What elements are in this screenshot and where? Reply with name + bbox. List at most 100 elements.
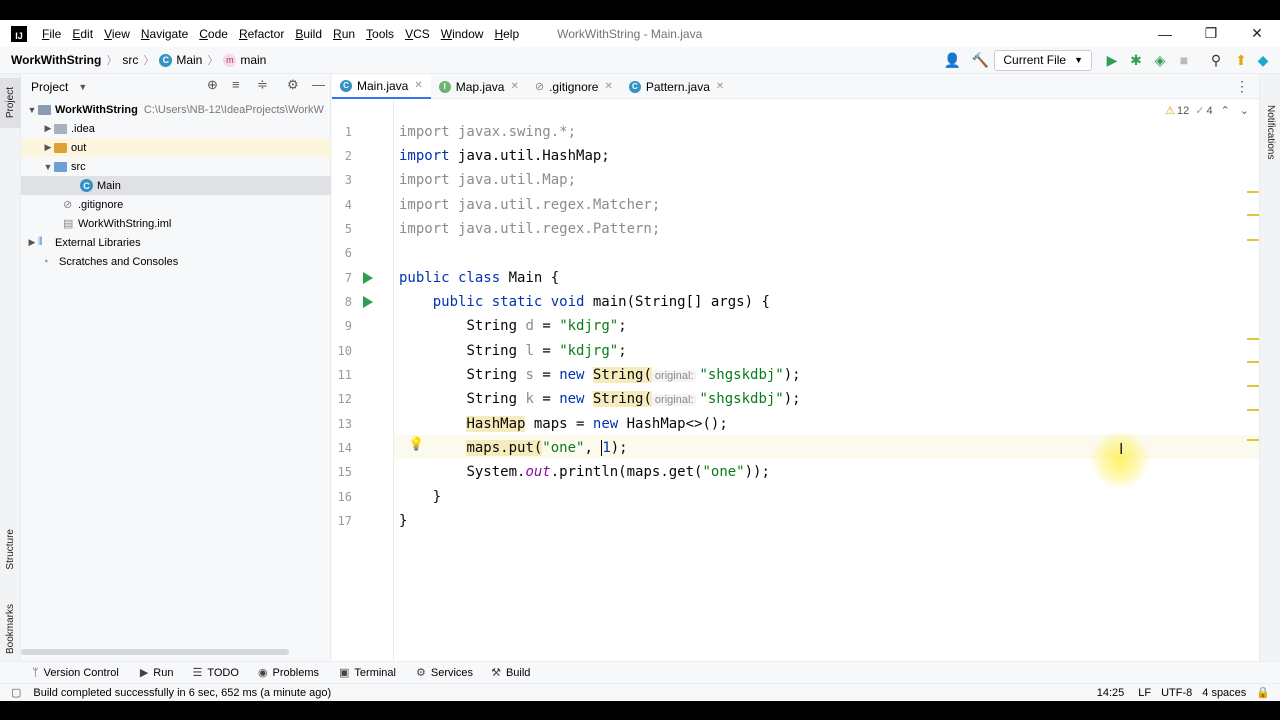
- close-icon[interactable]: ✕: [510, 81, 518, 92]
- file-encoding[interactable]: UTF-8: [1161, 687, 1192, 699]
- status-message[interactable]: Build completed successfully in 6 sec, 6…: [33, 687, 331, 699]
- menu-edit[interactable]: Edit: [72, 27, 93, 41]
- tool-run[interactable]: ▶ Run: [140, 666, 174, 680]
- libraries-icon: ⫴: [38, 236, 43, 248]
- horizontal-scrollbar[interactable]: [21, 649, 289, 655]
- breadcrumb-main-method[interactable]: m main: [223, 53, 266, 67]
- error-stripe-mark[interactable]: [1247, 361, 1259, 363]
- error-stripe-mark[interactable]: [1247, 214, 1259, 216]
- ide-logo-icon[interactable]: ◆: [1252, 52, 1274, 69]
- chevron-down-icon[interactable]: ⌄: [1240, 104, 1249, 117]
- tab-notifications[interactable]: Notifications: [1260, 82, 1280, 182]
- gear-icon[interactable]: ⚙: [287, 77, 299, 93]
- code-line-12: String k = new String(original: "shgskdbj…: [399, 389, 801, 410]
- menu-code[interactable]: Code: [199, 27, 228, 41]
- breadcrumb-label: main: [240, 53, 267, 67]
- locate-icon[interactable]: ⊕: [207, 77, 218, 93]
- menu-window[interactable]: Window: [441, 27, 484, 41]
- intellij-logo-icon[interactable]: IJ: [11, 25, 27, 42]
- expand-all-icon[interactable]: ≡: [232, 77, 240, 92]
- code-token: HashMap<>();: [626, 416, 728, 432]
- tab-pattern-java[interactable]: C Pattern.java ✕: [621, 74, 732, 99]
- tree-item-iml[interactable]: ▤ WorkWithString.iml: [21, 214, 331, 233]
- tree-item-scratches[interactable]: ◔ Scratches and Consoles: [21, 252, 331, 271]
- project-panel-title[interactable]: Project: [31, 80, 68, 94]
- restore-button[interactable]: ❐: [1188, 25, 1234, 42]
- tool-problems[interactable]: ◉ Problems: [258, 666, 319, 680]
- close-button[interactable]: ✕: [1234, 25, 1280, 42]
- more-tabs-icon[interactable]: ⋮: [1235, 78, 1249, 95]
- menu-build[interactable]: Build: [295, 27, 322, 41]
- debug-icon[interactable]: ✱: [1124, 52, 1148, 69]
- tab-main-java[interactable]: C Main.java ✕: [332, 74, 431, 99]
- hide-icon[interactable]: —: [312, 77, 325, 92]
- close-icon[interactable]: ✕: [604, 81, 612, 92]
- tree-item-out[interactable]: ▶ out: [21, 138, 331, 157]
- search-icon[interactable]: ⚲: [1202, 52, 1230, 69]
- updates-icon[interactable]: ⬆: [1230, 52, 1252, 69]
- run-configuration-select[interactable]: Current File ▼: [994, 49, 1092, 71]
- error-stripe-mark[interactable]: [1247, 191, 1259, 193]
- breadcrumb-src[interactable]: src: [122, 53, 138, 67]
- error-stripe-mark[interactable]: [1247, 385, 1259, 387]
- close-icon[interactable]: ✕: [716, 81, 724, 92]
- menu-file[interactable]: File: [42, 27, 61, 41]
- error-stripe-mark[interactable]: [1247, 239, 1259, 241]
- tool-todo[interactable]: ☰ TODO: [192, 666, 238, 680]
- tool-terminal[interactable]: ▣ Terminal: [339, 666, 396, 680]
- build-hammer-icon[interactable]: 🔨: [966, 52, 994, 69]
- line-number: 16: [337, 490, 352, 504]
- menu-run[interactable]: Run: [333, 27, 355, 41]
- caret-position[interactable]: 14:25: [1097, 687, 1125, 699]
- tree-item-project-root[interactable]: ▼ WorkWithString C:\Users\NB-12\IdeaProj…: [21, 100, 331, 119]
- chevron-right-icon[interactable]: ▶: [42, 123, 54, 134]
- services-icon: ⚙: [416, 667, 426, 679]
- indent-setting[interactable]: 4 spaces: [1202, 687, 1246, 699]
- run-main-icon[interactable]: [363, 296, 373, 308]
- tree-item-src[interactable]: ▼ src: [21, 157, 331, 176]
- chevron-down-icon[interactable]: ▼: [78, 82, 87, 92]
- run-class-icon[interactable]: [363, 272, 373, 284]
- tool-services[interactable]: ⚙ Services: [416, 666, 473, 680]
- tool-version-control[interactable]: ᛘ Version Control: [32, 667, 119, 679]
- tab-structure[interactable]: Structure: [0, 519, 21, 579]
- menu-view[interactable]: View: [104, 27, 130, 41]
- tab-bookmarks[interactable]: Bookmarks: [0, 599, 21, 659]
- error-stripe-mark[interactable]: [1247, 338, 1259, 340]
- tool-build[interactable]: ⚒ Build: [491, 666, 530, 680]
- coverage-icon[interactable]: ◈: [1148, 52, 1172, 69]
- line-separator[interactable]: LF: [1138, 687, 1151, 699]
- menu-tools[interactable]: Tools: [366, 27, 394, 41]
- error-stripe-mark[interactable]: [1247, 409, 1259, 411]
- menu-help[interactable]: Help: [494, 27, 519, 41]
- collapse-all-icon[interactable]: ≑: [257, 77, 268, 93]
- tree-item-external-libraries[interactable]: ▶ ⫴ External Libraries: [21, 233, 331, 252]
- menu-refactor[interactable]: Refactor: [239, 27, 284, 41]
- stop-icon[interactable]: ■: [1172, 52, 1196, 68]
- close-icon[interactable]: ✕: [414, 80, 422, 91]
- lock-icon[interactable]: 🔒: [1256, 686, 1270, 699]
- code-editor[interactable]: 1 2 3 4 5 6 7 8 9 10 11 12 13 14 15 16 1…: [332, 99, 1259, 661]
- chevron-down-icon[interactable]: ▼: [42, 162, 54, 172]
- tree-item-gitignore[interactable]: ⊘ .gitignore: [21, 195, 331, 214]
- warning-count: 12: [1176, 104, 1190, 117]
- chevron-right-icon[interactable]: ▶: [26, 237, 38, 248]
- menu-vcs[interactable]: VCS: [405, 27, 430, 41]
- chevron-down-icon[interactable]: ▼: [26, 105, 38, 115]
- tab-project[interactable]: Project: [0, 78, 21, 128]
- breadcrumb-project[interactable]: WorkWithString: [11, 53, 101, 67]
- breadcrumb-main-class[interactable]: C Main: [159, 53, 202, 67]
- tab-gitignore[interactable]: ⊘ .gitignore ✕: [527, 74, 621, 99]
- status-panel-icon[interactable]: ▢: [11, 686, 21, 699]
- minimize-button[interactable]: —: [1142, 26, 1188, 42]
- chevron-up-icon[interactable]: ⌃: [1221, 104, 1230, 117]
- inspection-widget[interactable]: ⚠ 12 ✓ 4 ⌃ ⌄: [1165, 104, 1249, 118]
- chevron-right-icon[interactable]: ▶: [42, 142, 54, 153]
- add-user-icon[interactable]: 👤: [938, 52, 966, 69]
- error-stripe-mark[interactable]: [1247, 439, 1259, 441]
- menu-navigate[interactable]: Navigate: [141, 27, 188, 41]
- tab-map-java[interactable]: I Map.java ✕: [431, 74, 527, 99]
- tree-item-idea[interactable]: ▶ .idea: [21, 119, 331, 138]
- run-icon[interactable]: ▶: [1100, 52, 1124, 69]
- tree-item-main[interactable]: C Main: [21, 176, 331, 195]
